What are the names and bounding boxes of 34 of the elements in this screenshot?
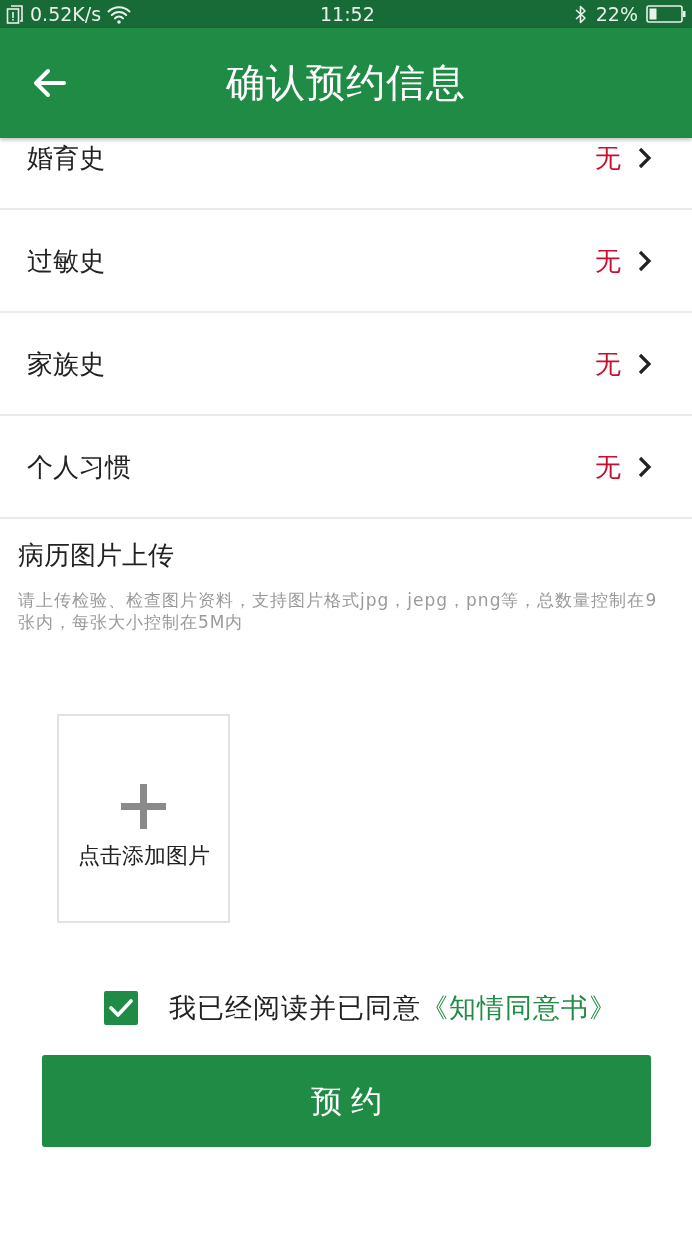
row-value: 无 [595,450,621,483]
back-arrow-icon [32,68,66,98]
row-label: 婚育史 [27,141,106,174]
chevron-right-icon [638,146,652,169]
row-label: 过敏史 [27,244,106,277]
row-value: 无 [595,244,621,277]
wifi-icon [107,4,132,24]
row-value: 无 [595,347,621,380]
history-row[interactable]: 婚育史 无 [0,138,692,210]
clock-time: 11:52 [320,1,375,27]
plus-icon [121,784,166,829]
row-label: 家族史 [27,347,106,380]
history-row[interactable]: 过敏史 无 [0,210,692,313]
history-row[interactable]: 个人习惯 无 [0,416,692,519]
submit-button[interactable]: 预 约 [42,1055,651,1147]
bluetooth-icon [573,4,588,24]
add-image-button[interactable]: 点击添加图片 [57,714,230,923]
battery-percent: 22% [595,1,638,27]
chevron-right-icon [638,455,652,478]
sim-card-icon [6,4,24,24]
chevron-right-icon [638,352,652,375]
row-label: 个人习惯 [27,450,132,483]
chevron-right-icon [638,249,652,272]
network-speed: 0.52K/s [30,1,102,27]
consent-link[interactable]: 《知情同意书》 [421,991,617,1025]
page-title: 确认预约信息 [226,60,466,106]
history-row[interactable]: 家族史 无 [0,313,692,416]
checkmark-icon [109,998,133,1018]
consent-text: 我已经阅读并已同意 [169,991,421,1025]
row-value: 无 [595,141,621,174]
consent-checkbox[interactable] [104,991,138,1025]
battery-icon [646,5,686,23]
upload-description: 请上传检验、检查图片资料，支持图片格式jpg，jepg，png等，总数量控制在9张内，每张大小控制在5M内 [17,589,659,633]
upload-title: 病历图片上传 [17,539,175,571]
